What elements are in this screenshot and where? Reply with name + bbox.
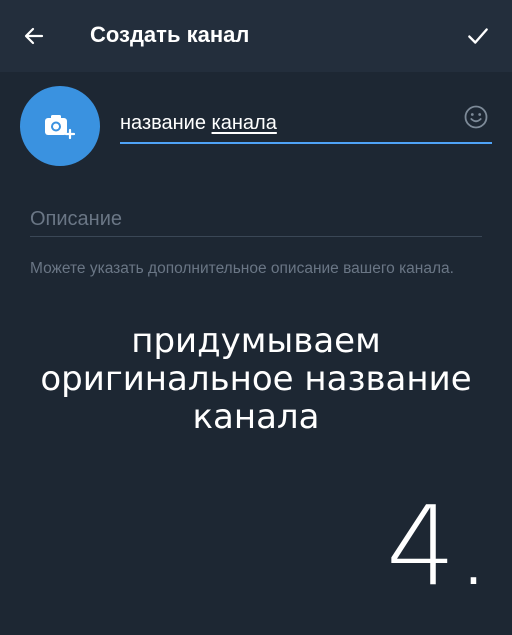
input-underline-active: [120, 142, 492, 144]
description-placeholder: Описание: [30, 208, 123, 230]
done-button[interactable]: [460, 18, 496, 54]
emoji-button[interactable]: [462, 103, 490, 131]
channel-name-value: название канала: [120, 112, 277, 135]
channel-photo-button[interactable]: [20, 86, 100, 166]
description-input[interactable]: Описание: [30, 204, 482, 240]
create-channel-screen: Создать канал название канала Описание М…: [0, 0, 512, 635]
caption-line: придумываем: [131, 321, 381, 361]
input-underline: [30, 236, 482, 237]
back-button[interactable]: [16, 18, 52, 54]
channel-name-text-underlined: канала: [211, 112, 277, 134]
step-number: 4.: [386, 482, 491, 610]
channel-name-input[interactable]: название канала: [120, 104, 492, 146]
checkmark-icon: [468, 28, 488, 44]
description-hint: Можете указать дополнительное описание в…: [30, 260, 454, 277]
page-title: Создать канал: [90, 22, 250, 47]
camera-add-icon: [45, 115, 76, 140]
channel-name-text: название: [120, 112, 212, 134]
overlay-caption: придумываем оригинальное название канала: [0, 322, 512, 436]
smile-icon: [464, 105, 488, 129]
arrow-left-icon: [24, 27, 44, 45]
top-app-bar: Создать канал: [0, 0, 512, 72]
caption-line: канала: [192, 397, 320, 437]
caption-line: оригинальное название: [40, 359, 472, 399]
